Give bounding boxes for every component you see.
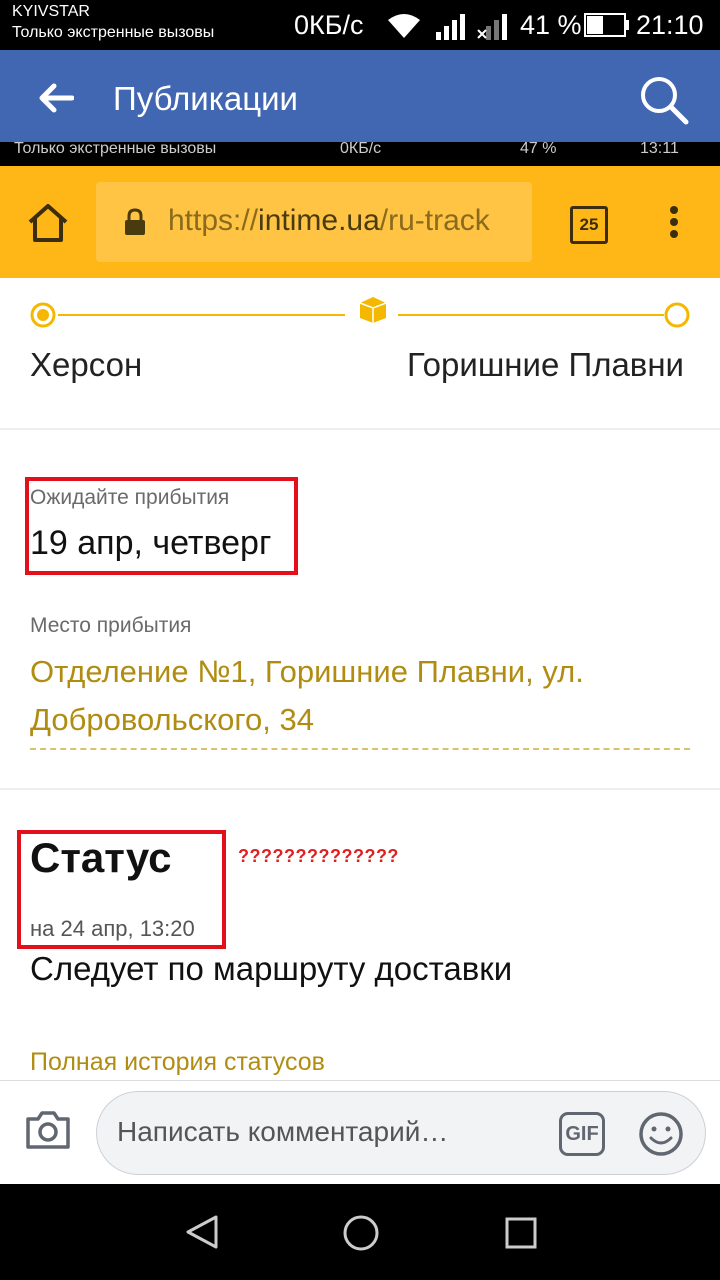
app-bar: Публикации: [0, 50, 720, 146]
embedded-speed: 0КБ/с: [340, 142, 382, 157]
url-bar[interactable]: https://intime.ua/ru-track: [96, 182, 532, 262]
url-text: https://intime.ua/ru-track: [168, 204, 490, 238]
system-nav-bar: [0, 1184, 720, 1280]
emoji-icon[interactable]: [637, 1110, 685, 1158]
comment-placeholder: Написать комментарий…: [117, 1116, 449, 1147]
tab-count-button[interactable]: 25: [570, 206, 608, 244]
network-speed: 0КБ/с: [294, 10, 364, 40]
comment-input[interactable]: Написать комментарий… GIF: [96, 1091, 706, 1175]
battery-percent: 41 %: [520, 10, 582, 40]
highlight-box-status: [17, 830, 226, 949]
lock-icon: [125, 208, 145, 235]
embedded-battery: 47 %: [520, 142, 557, 157]
embedded-status-strip: Только экстренные вызовы 0КБ/с 47 % 13:1…: [0, 142, 720, 166]
signal-icon: [436, 14, 465, 40]
route-destination: Горишние Плавни: [407, 346, 684, 383]
camera-icon[interactable]: [24, 1109, 72, 1151]
back-nav-icon[interactable]: [184, 1214, 220, 1250]
url-domain: intime.ua: [258, 204, 380, 237]
battery-icon: [584, 13, 629, 37]
search-icon[interactable]: [638, 74, 690, 126]
clock: 21:10: [636, 10, 704, 40]
status-history-link[interactable]: Полная история статусов: [30, 1048, 325, 1077]
arrival-place-link[interactable]: Отделение №1, Горишние Плавни, ул. Добро…: [30, 648, 690, 744]
comment-bar: Написать комментарий… GIF: [0, 1080, 720, 1185]
embedded-time: 13:11: [640, 142, 679, 157]
signal-no-sim-icon: [477, 14, 507, 40]
route-origin: Херсон: [30, 346, 143, 383]
emergency-calls-text: Только экстренные вызовы: [12, 24, 215, 41]
url-path: /ru-track: [379, 204, 490, 237]
route-card: Херсон Горишние Плавни: [0, 278, 720, 430]
arrow-left-icon[interactable]: [38, 82, 74, 114]
gif-button[interactable]: GIF: [559, 1112, 605, 1156]
annotation-question-marks: ??????????????: [238, 846, 399, 866]
link-underline: [30, 748, 690, 750]
recents-nav-icon[interactable]: [504, 1216, 538, 1250]
status-bar: KYIVSTAR Только экстренные вызовы 0КБ/с …: [0, 0, 720, 50]
carrier-name: KYIVSTAR: [12, 3, 90, 20]
embedded-emergency-text: Только экстренные вызовы: [14, 142, 217, 157]
package-icon: [359, 297, 387, 323]
more-vertical-icon[interactable]: [668, 204, 680, 240]
section-divider: [0, 788, 720, 790]
highlight-box-expected: [25, 477, 298, 575]
status-value: Следует по маршруту доставки: [30, 950, 513, 987]
page-title: Публикации: [113, 80, 298, 117]
wifi-icon: [388, 14, 420, 38]
browser-toolbar: https://intime.ua/ru-track 25: [0, 166, 720, 278]
url-scheme: https://: [168, 204, 259, 237]
home-nav-icon[interactable]: [342, 1214, 380, 1252]
place-label: Место прибытия: [30, 614, 192, 637]
home-icon[interactable]: [26, 202, 70, 244]
